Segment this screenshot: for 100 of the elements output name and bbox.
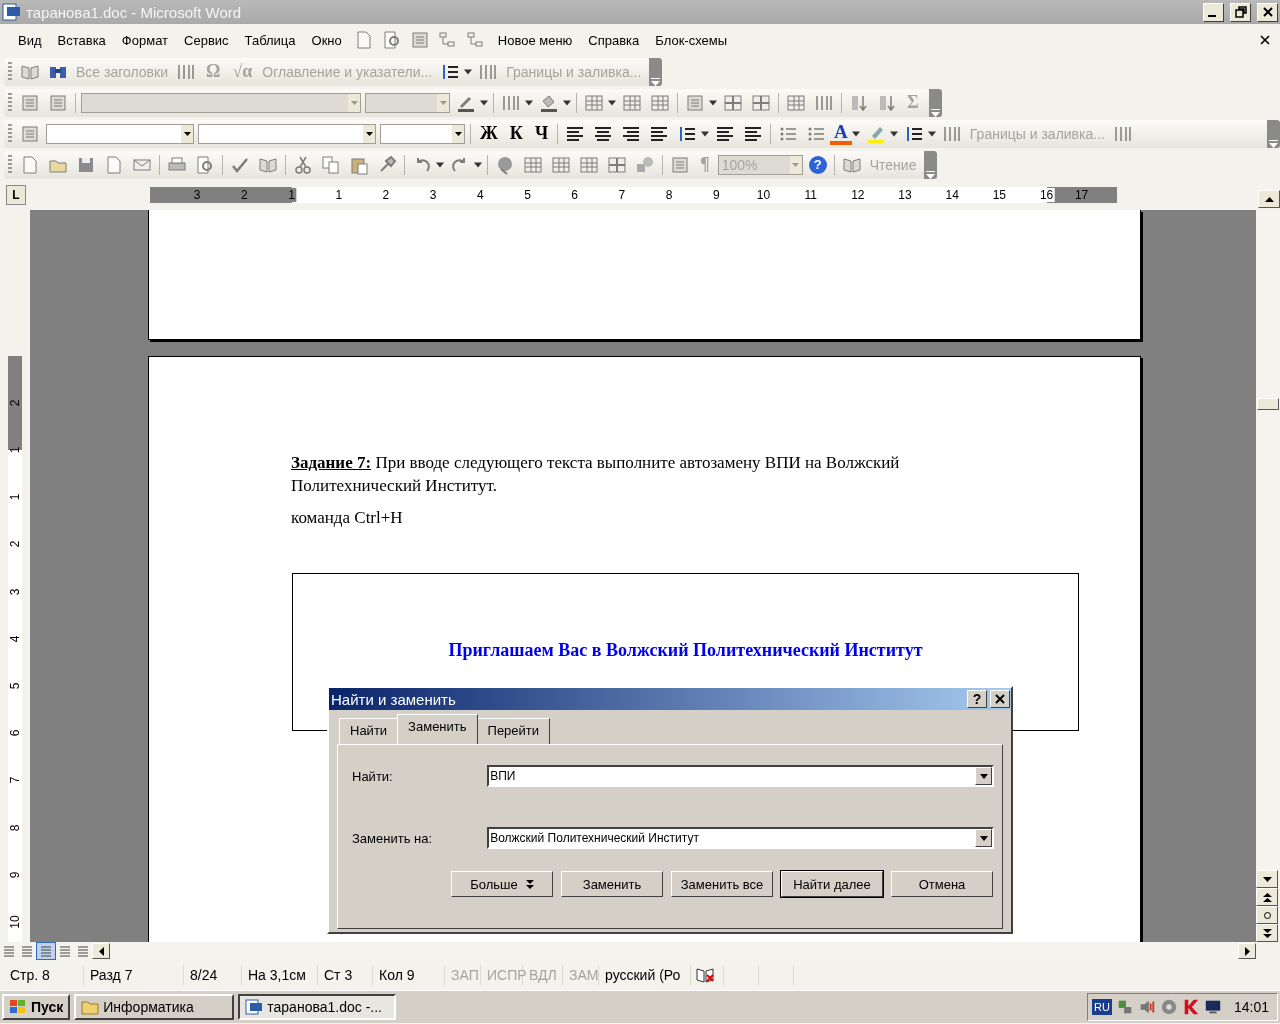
dropdown-arrow-icon[interactable] [851,130,860,137]
menu-item[interactable]: Окно [303,29,350,51]
dropdown-arrow-icon [454,131,462,136]
vertical-ruler[interactable]: 2 1 1 2 3 4 5 6 7 8 9 10 [0,210,30,942]
document-lock-icon[interactable] [104,154,124,175]
toolbar-options-button[interactable] [928,88,942,117]
distribute-columns-icon[interactable] [751,92,771,113]
toolbar-dropdown[interactable] [198,123,376,144]
taskbar-button[interactable]: таранова1.doc -... [238,994,397,1020]
language-indicator[interactable]: RU [1092,999,1112,1015]
toolbar-grip[interactable] [8,61,12,82]
dialog-button[interactable]: Заменить все [671,871,773,897]
text-combo-field[interactable]: ВПИ [487,765,994,787]
ruler-number: 7 [617,188,627,202]
dropdown-arrow-icon[interactable] [436,161,444,168]
menu-item[interactable]: Формат [113,29,177,51]
scroll-left-button[interactable] [92,943,110,959]
dropdown-arrow-icon[interactable] [563,99,571,106]
toolbar-options-button[interactable] [1267,119,1280,148]
chart-icon[interactable] [465,30,486,50]
form-icon[interactable] [20,92,40,113]
monitor-icon[interactable] [1203,998,1222,1016]
document-map-icon[interactable] [670,154,690,175]
form-icon[interactable] [48,92,68,113]
help-button[interactable]: ? [967,690,987,708]
restore-button[interactable] [1230,2,1251,22]
scroll-up-button[interactable] [1258,190,1280,208]
spelling-status-icon[interactable] [695,965,715,985]
help-button[interactable]: ? [808,155,827,174]
close-button[interactable] [1257,2,1278,22]
toolbar-options-button[interactable] [649,57,663,86]
taskbar-button[interactable]: Информатика [74,994,235,1020]
dialog-button[interactable]: Отмена [891,871,993,897]
table-pencil-icon[interactable] [523,154,543,175]
scroll-thumb[interactable] [1257,398,1279,410]
menu-item[interactable]: Таблица [236,29,304,51]
dropdown-arrow-icon[interactable] [525,99,533,106]
styles-icon[interactable] [20,123,40,144]
dialog-tab[interactable]: Заменить [397,714,478,744]
ruler-number: 4 [8,635,22,643]
toolbar-dropdown[interactable] [380,123,465,144]
dropdown-arrow-icon[interactable] [608,99,616,106]
scroll-down-button[interactable] [1256,870,1278,888]
dialog-button[interactable]: Больше [451,871,553,897]
previous-page-button[interactable] [1256,888,1278,906]
minimize-button[interactable] [1203,2,1224,22]
chevron-down-icon [926,170,936,179]
close-button[interactable] [990,690,1010,708]
text-combo-field[interactable]: Волжский Политехнический Институт [487,827,994,849]
toolbar-options-button[interactable] [924,150,938,179]
dropdown-arrow-icon [365,131,373,136]
start-button[interactable]: Пуск [2,994,71,1020]
spreadsheet-icon[interactable] [579,154,599,175]
dropdown-arrow-icon[interactable] [709,99,717,106]
dropdown-arrow-icon[interactable] [480,99,488,106]
copy-icon[interactable] [321,154,341,175]
document-preview-icon[interactable] [381,30,402,50]
dialog-button[interactable]: Найти далее [781,871,883,897]
chart-icon[interactable] [437,30,458,50]
dropdown-arrow-icon[interactable] [701,130,710,137]
new-document-icon[interactable] [20,154,40,175]
browse-object-button[interactable] [1256,906,1278,924]
menu-item[interactable]: Сервис [176,29,237,51]
dropdown-arrow-icon[interactable] [927,130,936,137]
print-preview-icon[interactable] [195,154,215,175]
font-color-button[interactable]: A [830,122,852,145]
print-layout-button[interactable] [36,942,56,960]
dropdown-arrow-icon[interactable] [474,161,482,168]
toolbar-dropdown[interactable] [46,123,194,144]
tab-stop-selector[interactable]: L [6,185,26,205]
next-page-button[interactable] [1256,924,1278,942]
toolbar-button[interactable]: Ж [474,123,504,144]
toolbar-grip[interactable] [8,92,12,113]
dialog-tab[interactable]: Перейти [476,718,551,744]
toolbar-grip[interactable] [8,123,12,144]
split-cells-icon[interactable] [723,92,743,113]
menu-item[interactable]: Вставка [49,29,114,51]
menu-item[interactable]: Новое меню [489,29,581,51]
menu-item[interactable]: Вид [10,29,50,51]
dialog-button[interactable]: Заменить [561,871,663,897]
dropdown-arrow-icon[interactable] [464,68,473,75]
scroll-right-button[interactable] [1238,943,1256,959]
toolbar-button[interactable]: К [503,123,529,144]
drawing-icon[interactable] [635,154,655,175]
status-field: Кол 9 [373,965,445,985]
scissors-icon[interactable] [293,154,313,175]
menu-item[interactable]: Блок-схемы [647,29,736,51]
table-icon[interactable] [650,92,670,113]
close-icon[interactable] [1260,35,1270,45]
toolbar-button[interactable]: Ч [528,123,555,144]
chevron-down-icon [1269,139,1278,148]
dropdown-arrow-icon[interactable] [889,130,898,137]
table-grid-icon[interactable] [786,92,806,113]
columns-icon[interactable] [607,154,627,175]
toolbar-grip[interactable] [8,154,12,175]
menu-item[interactable]: Справка [580,29,648,51]
disc-icon[interactable] [1159,998,1178,1016]
dialog-tab[interactable]: Найти [339,718,399,744]
table-icon[interactable] [551,154,571,175]
table-icon[interactable] [622,92,642,113]
